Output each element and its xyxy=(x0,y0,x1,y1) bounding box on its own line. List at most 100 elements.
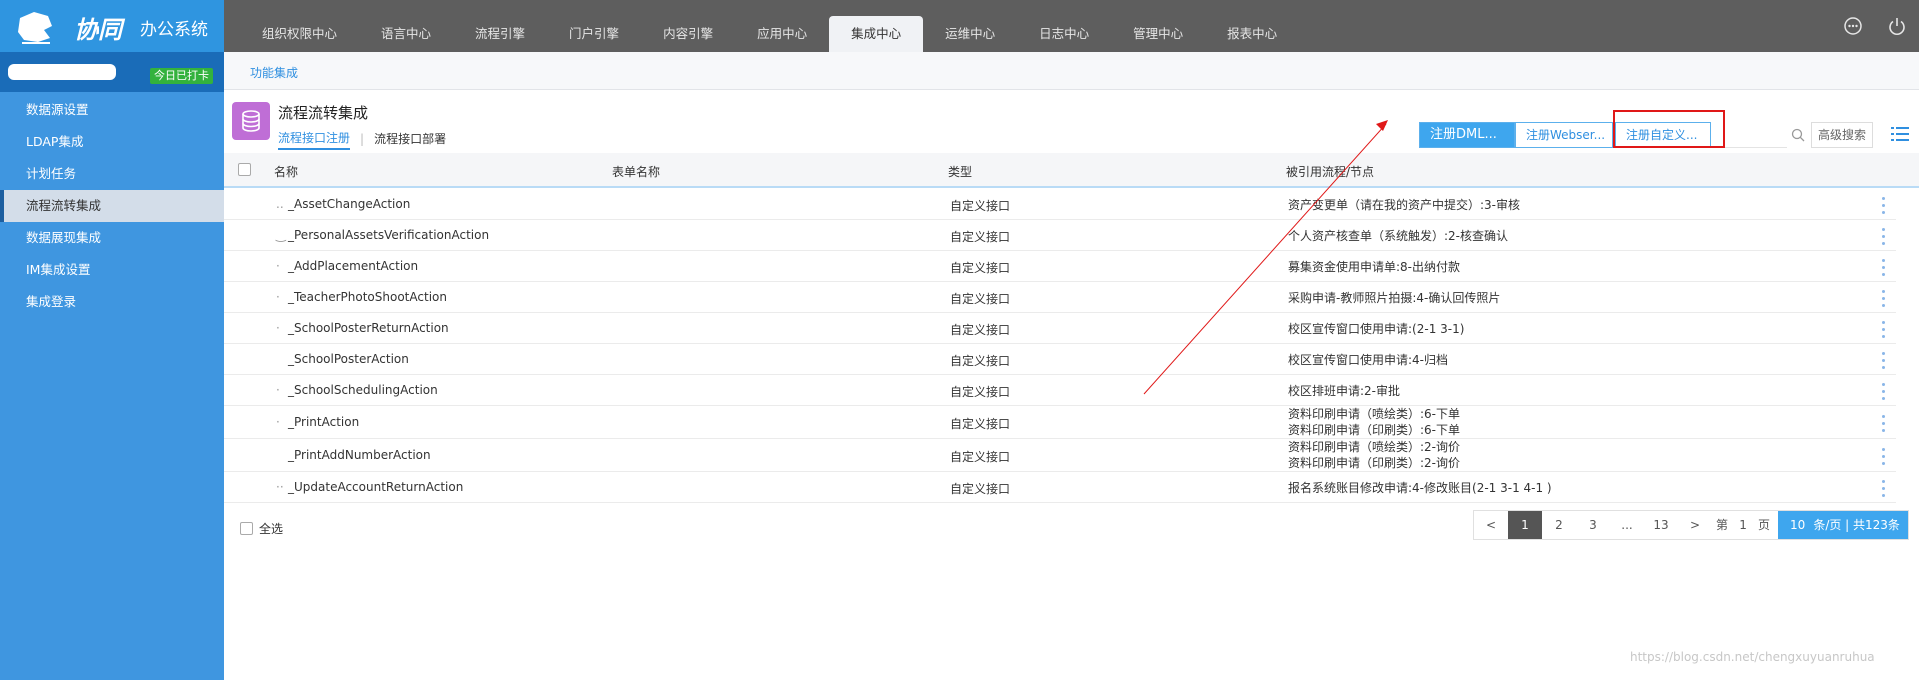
nav-item[interactable]: 语言中心 xyxy=(359,16,453,52)
row-more-icon[interactable] xyxy=(1882,479,1886,497)
nav-item[interactable]: 报表中心 xyxy=(1205,16,1299,52)
nav-item[interactable]: 管理中心 xyxy=(1111,16,1205,52)
sidebar-item[interactable]: IM集成设置 xyxy=(0,254,224,286)
more-circle-icon[interactable] xyxy=(1831,0,1875,52)
row-referenced-nodes: 报名系统账目修改申请:4-修改账目(2-1 3-1 4-1 ) xyxy=(1288,480,1552,496)
row-node-line: 校区宣传窗口使用申请:4-归档 xyxy=(1288,353,1449,367)
sidebar-item[interactable]: 流程流转集成 xyxy=(0,190,224,222)
list-view-icon[interactable] xyxy=(1890,124,1910,144)
row-referenced-nodes: 个人资产核查单（系统触发）:2-核查确认 xyxy=(1288,228,1508,244)
header-checkbox[interactable] xyxy=(238,163,251,176)
user-name-redacted[interactable] xyxy=(8,64,116,80)
logo-script: 协同 xyxy=(74,15,122,44)
nav-item[interactable]: 应用中心 xyxy=(735,16,829,52)
page-number-button[interactable]: ... xyxy=(1610,511,1644,539)
table-row[interactable]: ‿ _PersonalAssetsVerificationAction 自定义接口 个… xyxy=(224,220,1896,251)
row-more-icon[interactable] xyxy=(1882,320,1886,338)
page-title: 流程流转集成 xyxy=(278,104,369,122)
column-header-name[interactable]: 名称 xyxy=(274,163,298,180)
page-number-button[interactable]: 3 xyxy=(1576,511,1610,539)
nav-item[interactable]: 运维中心 xyxy=(923,16,1017,52)
row-type: 自定义接口 xyxy=(950,261,1011,275)
row-type: 自定义接口 xyxy=(950,417,1011,431)
column-header-form[interactable]: 表单名称 xyxy=(612,163,660,180)
column-header-nodes[interactable]: 被引用流程/节点 xyxy=(1286,163,1374,180)
row-node-line: 募集资金使用申请单:8-出纳付款 xyxy=(1288,260,1461,274)
sidebar-item[interactable]: 计划任务 xyxy=(0,158,224,190)
sidebar-item[interactable]: 集成登录 xyxy=(0,286,224,318)
table-row[interactable]: · _TeacherPhotoShootAction 自定义接口 采购申请-教师照片拍… xyxy=(224,282,1896,313)
table-row[interactable]: · _AddPlacementAction 自定义接口 募集资金使用申请单:8-出纳付… xyxy=(224,251,1896,282)
main-nav: 组织权限中心 语言中心 流程引擎 门户引擎 内容引擎 应用中心 集成中心 运维中心 日志中心 管理… xyxy=(240,0,1299,52)
select-all-checkbox[interactable] xyxy=(240,522,253,535)
row-name: _SchoolPosterReturnAction xyxy=(288,321,449,335)
table-row[interactable]: _SchoolPosterAction 自定义接口 校区宣传窗口使用申请:4-归档 xyxy=(224,344,1896,375)
tab-interface-deploy[interactable]: 流程接口部署 xyxy=(374,130,446,149)
table-row[interactable]: · _SchoolSchedulingAction 自定义接口 校区排班申请:2-审批 xyxy=(224,375,1896,406)
search-icon[interactable] xyxy=(1789,122,1807,148)
row-referenced-nodes: 采购申请-教师照片拍摄:4-确认回传照片 xyxy=(1288,290,1500,306)
row-more-icon[interactable] xyxy=(1882,382,1886,400)
next-page-button[interactable]: > xyxy=(1678,511,1712,539)
row-more-icon[interactable] xyxy=(1882,196,1886,214)
row-more-icon[interactable] xyxy=(1882,289,1886,307)
sidebar-item[interactable]: 数据源设置 xyxy=(0,94,224,126)
row-more-icon[interactable] xyxy=(1882,351,1886,369)
row-node-line: 报名系统账目修改申请:4-修改账目(2-1 3-1 4-1 ) xyxy=(1288,481,1552,495)
prev-page-button[interactable]: < xyxy=(1474,511,1508,539)
breadcrumb: 功能集成 xyxy=(224,52,1919,90)
nav-item[interactable]: 组织权限中心 xyxy=(240,16,359,52)
page-number-button[interactable]: 1 xyxy=(1508,511,1542,539)
register-webservice-button[interactable]: 注册Webser... xyxy=(1515,122,1613,148)
tab-interface-register[interactable]: 流程接口注册 xyxy=(278,129,351,150)
row-node-line: 资料印刷申请（喷绘类）:2-询价 xyxy=(1288,440,1461,454)
page-number-button[interactable]: 13 xyxy=(1644,511,1678,539)
row-type: 自定义接口 xyxy=(950,323,1011,337)
power-icon[interactable] xyxy=(1875,0,1919,52)
row-referenced-nodes: 资产变更单（请在我的资产中提交）:3-审核 xyxy=(1288,197,1520,213)
nav-item[interactable]: 流程引擎 xyxy=(453,16,547,52)
nav-item[interactable]: 门户引擎 xyxy=(547,16,641,52)
page-size-select[interactable]: 10 条/页 | 共123条 xyxy=(1778,511,1908,539)
page-size-suffix: 条/页 | 共123条 xyxy=(1813,518,1900,532)
row-more-icon[interactable] xyxy=(1882,227,1886,245)
nav-item[interactable]: 集成中心 xyxy=(829,16,924,52)
table-row[interactable]: _PrintAddNumberAction 自定义接口 资料印刷申请（喷绘类）:2-… xyxy=(224,439,1896,472)
select-all[interactable]: 全选 xyxy=(240,520,283,537)
sidebar-item[interactable]: 数据展现集成 xyxy=(0,222,224,254)
sidebar-menu: 数据源设置 LDAP集成 计划任务 流程流转集成 数据展现集成 IM集成设置 集成登录 xyxy=(0,94,224,318)
page-size-value: 10 xyxy=(1790,518,1806,532)
row-type: 自定义接口 xyxy=(950,230,1011,244)
row-name-prefix: ·· xyxy=(276,480,284,494)
nav-item[interactable]: 日志中心 xyxy=(1017,16,1111,52)
user-row: 今日已打卡 xyxy=(0,52,224,92)
logo[interactable]: 协同 办公系统 xyxy=(0,0,224,52)
nav-item[interactable]: 内容引擎 xyxy=(641,16,735,52)
sidebar: 今日已打卡 数据源设置 LDAP集成 计划任务 流程流转集成 数据展现集成 IM集成设置集… xyxy=(0,52,224,680)
row-more-icon[interactable] xyxy=(1882,447,1886,465)
table-row[interactable]: .. _AssetChangeAction 自定义接口 资产变更单（请在我的资产中提交… xyxy=(224,189,1896,220)
advanced-search-button[interactable]: 高级搜索 xyxy=(1811,122,1874,148)
row-name: _SchoolPosterAction xyxy=(288,352,409,366)
column-header-type[interactable]: 类型 xyxy=(948,163,972,180)
table-row[interactable]: · _SchoolPosterReturnAction 自定义接口 校区宣传窗口使用申… xyxy=(224,313,1896,344)
row-name: _PrintAction xyxy=(288,415,360,429)
row-more-icon[interactable] xyxy=(1882,414,1886,432)
row-node-line: 资产变更单（请在我的资产中提交）:3-审核 xyxy=(1288,198,1521,212)
main-content: 功能集成 流程流转集成 流程接口注册 | 流程接口部署 注册DML... 注册W… xyxy=(224,52,1919,680)
database-icon xyxy=(232,102,270,140)
goto-page-input[interactable]: 1 xyxy=(1732,511,1754,539)
row-type: 自定义接口 xyxy=(950,292,1011,306)
breadcrumb-link[interactable]: 功能集成 xyxy=(250,64,298,81)
row-name: _AddPlacementAction xyxy=(288,259,419,273)
table-row[interactable]: · _PrintAction 自定义接口 资料印刷申请（喷绘类）:6-下单 资料印刷申请… xyxy=(224,406,1896,439)
sidebar-item[interactable]: LDAP集成 xyxy=(0,126,224,158)
row-more-icon[interactable] xyxy=(1882,258,1886,276)
top-icons xyxy=(1831,0,1919,52)
table-row[interactable]: ·· _UpdateAccountReturnAction 自定义接口 报名系统账目修… xyxy=(224,472,1896,503)
page-number-button[interactable]: 2 xyxy=(1542,511,1576,539)
select-all-label: 全选 xyxy=(259,522,284,536)
register-dml-button[interactable]: 注册DML... xyxy=(1419,122,1515,148)
checkin-badge[interactable]: 今日已打卡 xyxy=(150,68,213,84)
row-type: 自定义接口 xyxy=(950,385,1011,399)
